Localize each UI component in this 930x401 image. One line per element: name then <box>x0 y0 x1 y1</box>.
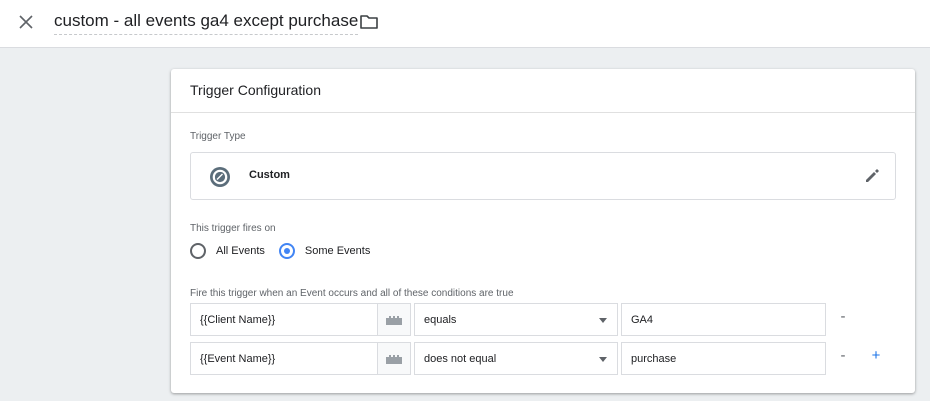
dropdown-arrow-icon <box>599 318 607 323</box>
trigger-type-label: Trigger Type <box>190 131 246 142</box>
remove-condition-button[interactable]: - <box>837 347 849 364</box>
add-condition-button[interactable]: + <box>870 347 882 364</box>
condition-operator-dropdown[interactable]: equals <box>414 303 618 336</box>
condition-variable-field[interactable]: {{Event Name}} <box>190 342 378 375</box>
fires-on-label: This trigger fires on <box>190 223 276 234</box>
radio-label: All Events <box>216 245 265 257</box>
trigger-type-name: Custom <box>249 169 290 181</box>
dropdown-arrow-icon <box>599 357 607 362</box>
fires-on-radio-group: All Events Some Events <box>190 243 384 259</box>
close-button[interactable] <box>16 12 36 32</box>
remove-condition-button[interactable]: - <box>837 308 849 325</box>
folder-icon <box>360 15 378 29</box>
condition-operator-dropdown[interactable]: does not equal <box>414 342 618 375</box>
conditions-label: Fire this trigger when an Event occurs a… <box>190 288 514 299</box>
custom-trigger-icon <box>210 167 230 187</box>
building-blocks-icon <box>386 354 402 364</box>
variable-picker-button[interactable] <box>377 342 411 375</box>
operator-value: equals <box>424 314 457 326</box>
pencil-icon[interactable] <box>863 167 881 185</box>
variable-picker-button[interactable] <box>377 303 411 336</box>
operator-value: does not equal <box>424 353 497 365</box>
top-bar: custom - all events ga4 except purchase <box>0 0 930 48</box>
radio-circle-checked[interactable] <box>278 243 295 259</box>
folder-button[interactable] <box>359 13 379 31</box>
condition-value-field[interactable]: purchase <box>621 342 826 375</box>
trigger-configuration-card: Trigger Configuration Trigger Type Custo… <box>171 69 915 393</box>
condition-variable-field[interactable]: {{Client Name}} <box>190 303 378 336</box>
card-title: Trigger Configuration <box>171 69 915 113</box>
trigger-name-title[interactable]: custom - all events ga4 except purchase <box>54 11 359 35</box>
building-blocks-icon <box>386 315 402 325</box>
radio-circle-unchecked[interactable] <box>190 243 206 259</box>
radio-all-events[interactable]: All Events <box>190 243 265 259</box>
radio-some-events[interactable]: Some Events <box>278 243 371 259</box>
condition-value-field[interactable]: GA4 <box>621 303 826 336</box>
trigger-type-selector[interactable]: Custom <box>190 152 896 200</box>
radio-label: Some Events <box>304 245 371 257</box>
close-icon <box>19 15 33 29</box>
